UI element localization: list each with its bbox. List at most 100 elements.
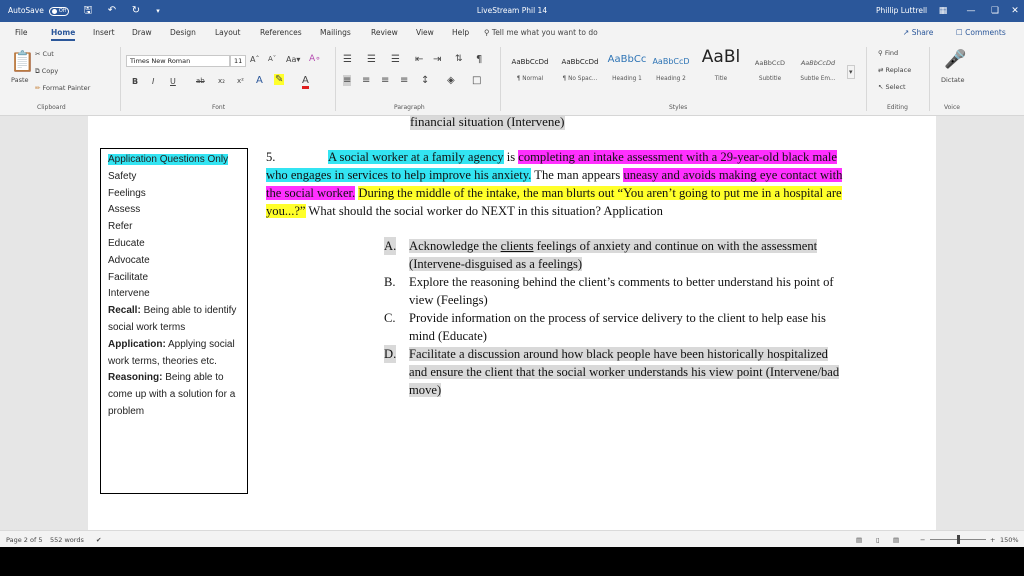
styles-more-icon[interactable]: ▾	[847, 65, 855, 79]
clipboard-group-label: Clipboard	[37, 104, 66, 111]
style-heading-1[interactable]: Heading 1	[603, 76, 651, 82]
document-page[interactable]: financial situation (Intervene) Applicat…	[88, 116, 936, 530]
borders-icon[interactable]: □	[472, 75, 481, 86]
underline-button[interactable]: U	[170, 77, 176, 86]
paste-button[interactable]: Paste	[11, 76, 29, 84]
find-button[interactable]: ⚲ Find	[878, 49, 898, 57]
style-preview-normal[interactable]: AaBbCcDd	[506, 58, 554, 66]
replace-button[interactable]: ⇄ Replace	[878, 66, 911, 74]
justify-icon[interactable]: ≡	[400, 75, 408, 86]
tab-view[interactable]: View	[416, 28, 434, 37]
shading-icon[interactable]: ◈	[447, 75, 455, 86]
italic-button[interactable]: I	[152, 77, 154, 86]
document-title: LiveStream Phil 14	[476, 6, 548, 15]
sidebox-item-feelings: Feelings	[108, 187, 146, 199]
minimize-button[interactable]: —	[960, 3, 982, 19]
zoom-level[interactable]: 150%	[1000, 536, 1019, 544]
ribbon-display-options-icon[interactable]: ▦	[932, 3, 954, 19]
shrink-font-icon[interactable]: Aˇ	[268, 55, 276, 63]
copy-label: Copy	[41, 67, 59, 75]
numbering-icon[interactable]: ☰	[367, 54, 376, 65]
font-color-icon[interactable]: A	[302, 75, 309, 89]
style-preview-subtle-emphasis[interactable]: AaBbCcDd	[794, 59, 842, 67]
align-center-icon[interactable]: ≡	[362, 75, 370, 86]
comment-icon: ☐	[956, 28, 963, 37]
style-preview-no-spacing[interactable]: AaBbCcDd	[556, 58, 604, 66]
page-count[interactable]: Page 2 of 5	[6, 536, 42, 544]
tab-insert[interactable]: Insert	[93, 28, 115, 37]
answer-b: B. Explore the reasoning behind the clie…	[384, 275, 834, 307]
align-left-icon[interactable]: ≡	[343, 75, 352, 86]
grow-font-icon[interactable]: Aˆ	[250, 55, 259, 64]
style-no-spacing[interactable]: ¶ No Spac...	[556, 76, 604, 82]
application-questions-textbox[interactable]: Application Questions Only Safety Feelin…	[100, 148, 248, 494]
bold-button[interactable]: B	[132, 77, 138, 86]
tab-review[interactable]: Review	[371, 28, 398, 37]
tab-mailings[interactable]: Mailings	[320, 28, 351, 37]
font-name-box[interactable]: Times New Roman	[126, 55, 230, 67]
highlight-color-icon[interactable]: ✎	[274, 74, 285, 85]
ribbon-tabs: File Home Insert Draw Design Layout Refe…	[0, 22, 1024, 43]
zoom-out-icon[interactable]: −	[920, 536, 925, 544]
focus-mode-icon[interactable]: ▤	[856, 536, 862, 544]
style-normal[interactable]: ¶ Normal	[506, 76, 554, 82]
sort-icon[interactable]: ⇅	[455, 54, 463, 64]
tell-me-search[interactable]: ⚲ Tell me what you want to do	[484, 28, 598, 37]
vertical-scrollbar[interactable]	[1013, 116, 1024, 530]
tab-design[interactable]: Design	[170, 28, 196, 37]
subscript-button[interactable]: x₂	[218, 77, 225, 85]
multilevel-list-icon[interactable]: ☰	[391, 54, 400, 65]
style-subtle-emphasis[interactable]: Subtle Em...	[794, 76, 842, 82]
style-preview-title[interactable]: AaBl	[697, 47, 745, 67]
font-size-box[interactable]: 11	[230, 55, 246, 67]
style-subtitle[interactable]: Subtitle	[746, 76, 794, 82]
answer-choices: A. Acknowledge the clients feelings of a…	[384, 237, 844, 399]
tab-draw[interactable]: Draw	[132, 28, 152, 37]
paste-icon[interactable]: 📋	[10, 49, 35, 73]
sidebox-application: Application: Applying social work terms,…	[108, 337, 240, 371]
line-spacing-icon[interactable]: ↕	[421, 75, 429, 86]
dictate-button[interactable]: Dictate	[941, 76, 964, 84]
format-painter-button[interactable]: ✏ Format Painter	[35, 84, 90, 92]
text-effects-icon[interactable]: A	[256, 75, 263, 86]
clear-formatting-icon[interactable]: A∘	[309, 54, 321, 64]
style-title[interactable]: Title	[697, 76, 745, 82]
question-number: 5.	[266, 150, 276, 164]
share-button[interactable]: ↗ Share	[903, 28, 933, 37]
proofing-icon[interactable]: ✔	[96, 536, 101, 544]
close-button[interactable]: ✕	[1004, 3, 1024, 19]
style-preview-heading-2[interactable]: AaBbCcD	[647, 57, 695, 66]
sidebox-title: Application Questions Only	[108, 154, 229, 165]
user-name[interactable]: Phillip Luttrell	[876, 6, 927, 15]
print-layout-icon[interactable]: ▯	[876, 536, 880, 544]
style-heading-2[interactable]: Heading 2	[647, 76, 695, 82]
tab-help[interactable]: Help	[452, 28, 469, 37]
tab-layout[interactable]: Layout	[215, 28, 241, 37]
zoom-in-icon[interactable]: +	[990, 536, 995, 544]
cut-button[interactable]: ✂ Cut	[35, 50, 54, 58]
restore-button[interactable]: ❏	[984, 3, 1006, 19]
answer-d: D. Facilitate a discussion around how bl…	[384, 345, 840, 397]
align-right-icon[interactable]: ≡	[381, 75, 389, 86]
bullets-icon[interactable]: ☰	[343, 54, 352, 65]
style-preview-subtitle[interactable]: AaBbCcD	[746, 59, 794, 67]
search-icon: ⚲	[878, 49, 883, 57]
select-button[interactable]: ↖ Select	[878, 83, 906, 91]
decrease-indent-icon[interactable]: ⇤	[415, 54, 423, 65]
increase-indent-icon[interactable]: ⇥	[433, 54, 441, 65]
tab-file[interactable]: File	[15, 28, 28, 37]
comments-button[interactable]: ☐ Comments	[956, 28, 1006, 37]
change-case-icon[interactable]: Aa▾	[286, 55, 300, 64]
superscript-button[interactable]: x²	[237, 77, 244, 85]
style-preview-heading-1[interactable]: AaBbCc	[603, 54, 651, 65]
tab-references[interactable]: References	[260, 28, 302, 37]
microphone-icon[interactable]: 🎤	[944, 49, 966, 70]
word-count[interactable]: 552 words	[50, 536, 84, 544]
strikethrough-button[interactable]: ab	[196, 77, 205, 85]
web-layout-icon[interactable]: ▤	[893, 536, 899, 544]
tab-home[interactable]: Home	[51, 28, 76, 41]
document-canvas[interactable]: financial situation (Intervene) Applicat…	[0, 116, 1024, 530]
show-formatting-marks-icon[interactable]: ¶	[476, 54, 482, 65]
copy-button[interactable]: ⧉ Copy	[35, 67, 58, 76]
zoom-slider-thumb[interactable]	[957, 535, 960, 544]
